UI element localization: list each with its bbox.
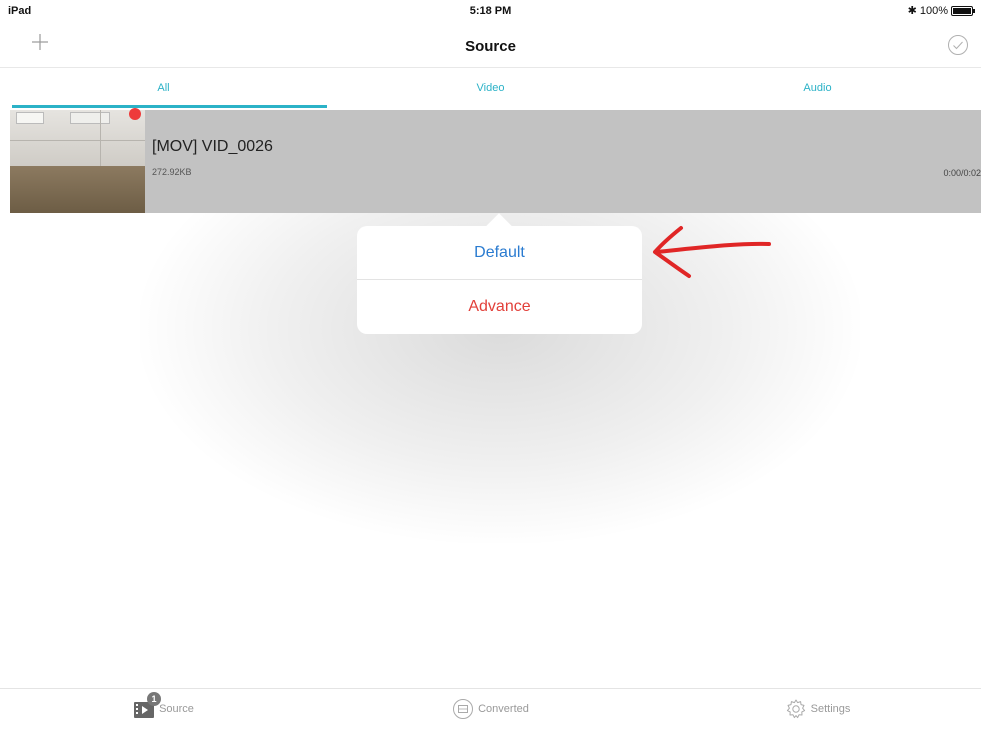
file-name: [MOV] VID_0026 [152, 138, 273, 155]
status-right: ✱ 100% [907, 4, 975, 17]
bottom-tab-bar: 1 Source Converted Settings [0, 688, 981, 729]
tab-audio[interactable]: Audio [654, 70, 981, 110]
file-duration: 0:00/0:02 [943, 168, 981, 178]
new-indicator-dot [129, 108, 141, 120]
check-circle-icon[interactable] [947, 34, 969, 56]
file-info: [MOV] VID_0026 272.92KB 0:00/0:02 [145, 110, 981, 213]
status-time: 5:18 PM [469, 5, 512, 17]
tab-all[interactable]: All [0, 70, 327, 110]
annotation-arrow-icon [653, 226, 771, 278]
converted-icon [452, 698, 474, 720]
filter-tabs: All Video Audio [0, 70, 981, 110]
tab-bar-source-label: Source [159, 703, 194, 715]
bluetooth-icon: ✱ [907, 5, 917, 17]
tab-video[interactable]: Video [327, 70, 654, 110]
tab-bar-source[interactable]: 1 Source [0, 689, 327, 729]
tab-bar-settings[interactable]: Settings [654, 689, 981, 729]
battery-icon [951, 5, 975, 16]
list-item[interactable]: [MOV] VID_0026 272.92KB 0:00/0:02 [10, 110, 981, 213]
source-film-icon: 1 [133, 692, 162, 720]
advance-option[interactable]: Advance [357, 280, 642, 334]
source-badge: 1 [147, 692, 162, 706]
tab-bar-converted[interactable]: Converted [327, 689, 654, 729]
video-thumbnail [10, 110, 145, 213]
tab-bar-converted-label: Converted [478, 703, 529, 715]
default-option[interactable]: Default [357, 226, 642, 280]
page-title: Source [465, 38, 516, 55]
convert-options-popover: Default Advance [357, 226, 642, 334]
tab-bar-settings-label: Settings [810, 703, 851, 715]
nav-bar: Source [0, 22, 981, 68]
file-size: 272.92KB [152, 167, 192, 177]
gear-icon [785, 698, 807, 720]
battery-percent: 100% [919, 4, 948, 17]
status-bar: iPad 5:18 PM ✱ 100% [0, 0, 981, 22]
